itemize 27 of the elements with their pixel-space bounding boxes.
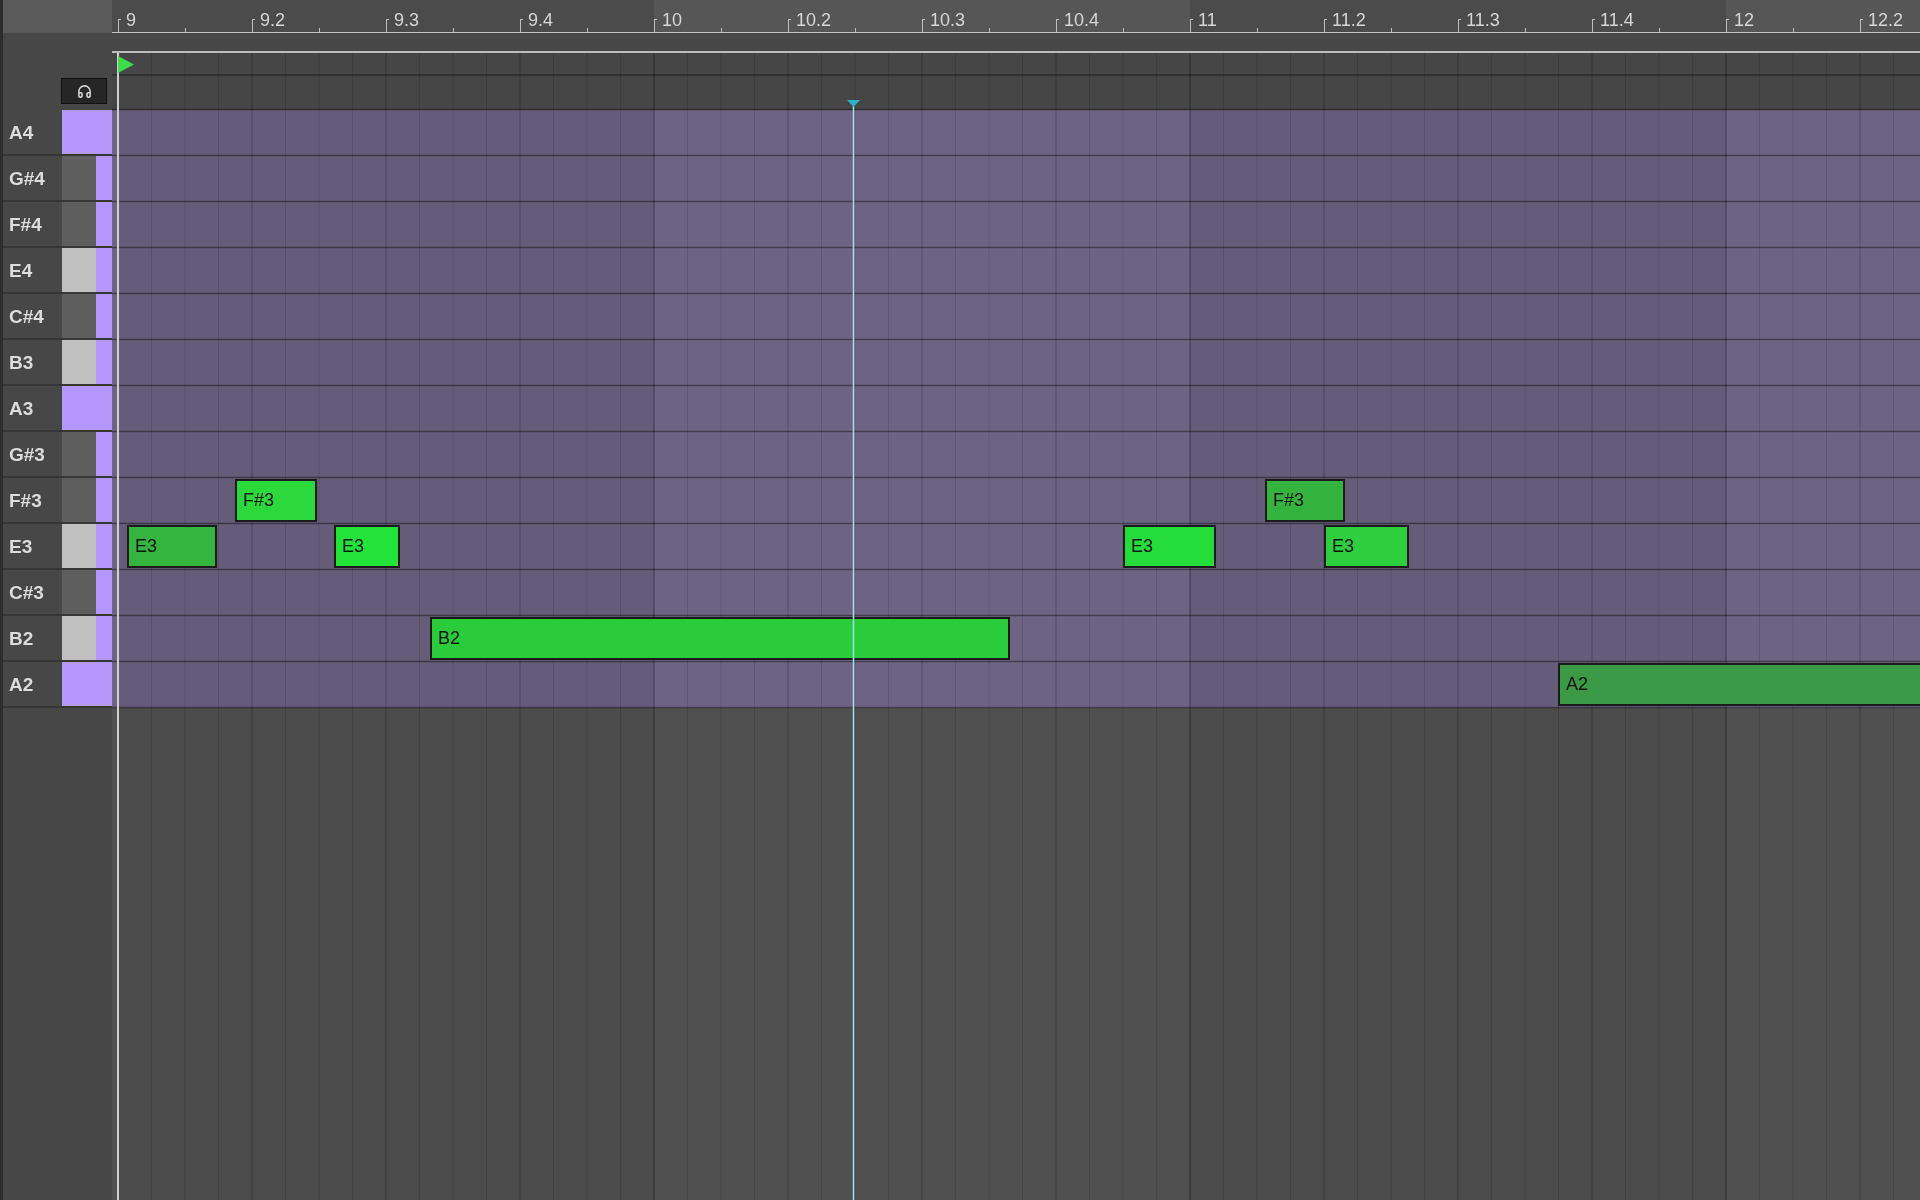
note-name: E3 xyxy=(9,536,33,556)
ruler-label: 12.2 xyxy=(1868,10,1904,30)
note-name: F#4 xyxy=(9,214,42,234)
ruler-label: 10.4 xyxy=(1064,10,1100,30)
note-name: E4 xyxy=(9,260,33,280)
note-name: A2 xyxy=(9,674,34,694)
ruler-label: 10.2 xyxy=(796,10,832,30)
ruler-label: 10.3 xyxy=(930,10,966,30)
ruler-label: 12 xyxy=(1734,10,1755,30)
ruler-label: 11.2 xyxy=(1332,10,1366,30)
ruler-label: 9.2 xyxy=(260,10,286,30)
ruler-label: 9 xyxy=(126,10,136,30)
note-name: F#3 xyxy=(9,490,42,510)
note-name: G#3 xyxy=(9,444,45,464)
note-name: B3 xyxy=(9,352,34,372)
ruler-label: 11.3 xyxy=(1466,10,1500,30)
ruler-label: 10 xyxy=(662,10,683,30)
note-name: G#4 xyxy=(9,168,45,188)
ruler-label: 11.4 xyxy=(1600,10,1634,30)
ruler-label: 9.3 xyxy=(394,10,420,30)
note-name: A3 xyxy=(9,398,34,418)
note-name: C#3 xyxy=(9,582,44,602)
ruler-label: 11 xyxy=(1198,10,1217,30)
note-name: B2 xyxy=(9,628,34,648)
note-name: C#4 xyxy=(9,306,44,326)
ruler-label: 9.4 xyxy=(528,10,554,30)
note-name: A4 xyxy=(9,122,34,142)
